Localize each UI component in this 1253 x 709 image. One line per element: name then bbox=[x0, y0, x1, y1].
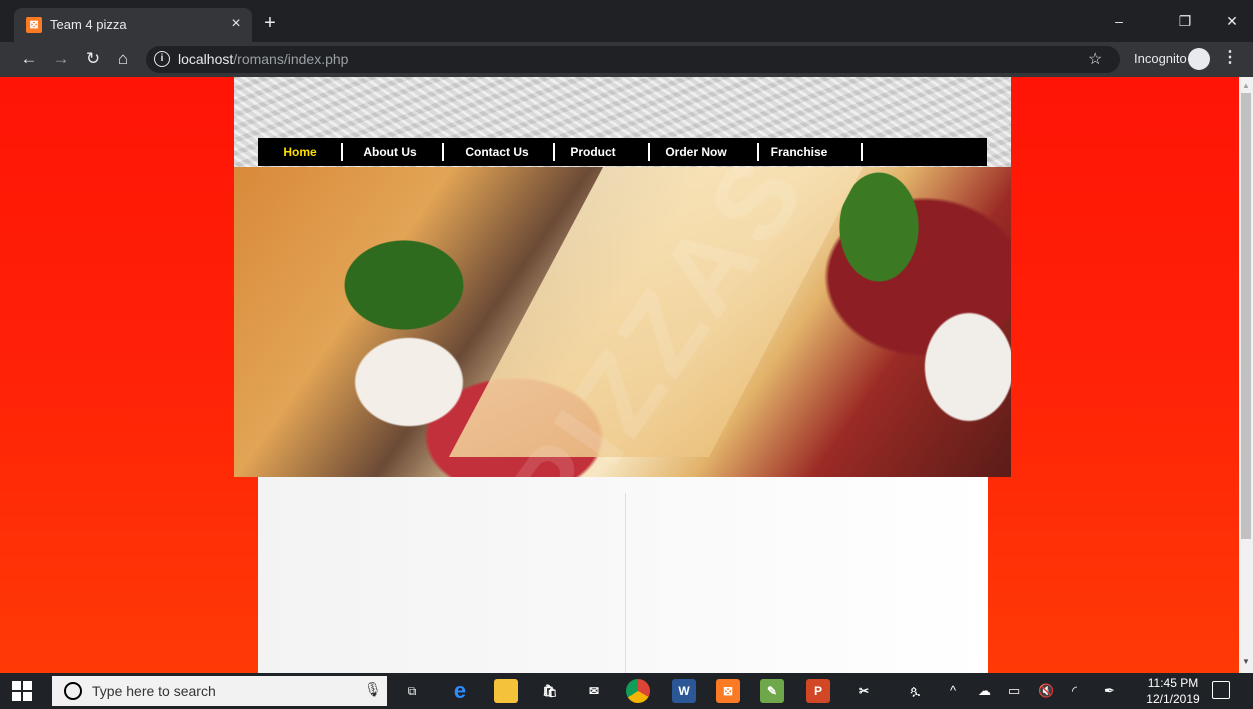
content-area bbox=[258, 477, 988, 673]
cortana-icon bbox=[64, 682, 82, 700]
nav-separator bbox=[341, 143, 343, 161]
taskbar-search-placeholder: Type here to search bbox=[92, 683, 216, 699]
xampp-favicon-icon: ⊠ bbox=[26, 17, 42, 33]
nav-separator bbox=[757, 143, 759, 161]
browser-toolbar: ← → ↻ ⌂ i localhost/romans/index.php ☆ bbox=[0, 42, 1253, 77]
url-text: localhost/romans/index.php bbox=[178, 51, 348, 67]
nav-separator bbox=[861, 143, 863, 161]
tab-title: Team 4 pizza bbox=[50, 17, 127, 32]
incognito-icon[interactable] bbox=[1188, 48, 1210, 70]
content-divider bbox=[625, 493, 626, 673]
nav-item-product[interactable]: Product bbox=[563, 138, 623, 166]
clock-date[interactable]: 12/1/2019 bbox=[1146, 692, 1200, 706]
tray-chevron-icon[interactable]: ^ bbox=[950, 683, 956, 698]
bookmark-star-icon[interactable]: ☆ bbox=[1088, 49, 1102, 69]
mail-icon[interactable]: ✉ bbox=[582, 679, 606, 703]
nav-separator bbox=[442, 143, 444, 161]
battery-icon[interactable]: ▭ bbox=[1008, 683, 1020, 699]
new-tab-button[interactable]: + bbox=[258, 12, 282, 36]
onedrive-icon[interactable]: ☁ bbox=[978, 683, 991, 699]
page-viewport: Home About Us Contact Us Product Order Now Fr… bbox=[0, 77, 1239, 673]
close-window-button[interactable]: ✕ bbox=[1217, 8, 1247, 34]
forward-arrow-icon[interactable]: → bbox=[50, 48, 72, 70]
browser-tab[interactable]: ⊠ Team 4 pizza × bbox=[14, 8, 252, 42]
xampp-icon[interactable]: ⊠ bbox=[716, 679, 740, 703]
windows-taskbar: Type here to search 🎙 ⧉ e 🛍 ✉ W ⊠ ✎ P ✂ … bbox=[0, 673, 1253, 709]
nav-item-order-now[interactable]: Order Now bbox=[658, 138, 734, 166]
store-icon[interactable]: 🛍 bbox=[538, 679, 562, 703]
browser-menu-icon[interactable]: ⋮ bbox=[1222, 47, 1238, 67]
nav-item-home[interactable]: Home bbox=[270, 138, 330, 166]
scroll-up-arrow-icon[interactable]: ▲ bbox=[1239, 81, 1253, 91]
nav-item-contact-us[interactable]: Contact Us bbox=[454, 138, 540, 166]
address-bar[interactable]: i localhost/romans/index.php ☆ bbox=[146, 46, 1120, 73]
powerpoint-icon[interactable]: P bbox=[806, 679, 830, 703]
task-view-icon[interactable]: ⧉ bbox=[400, 679, 424, 703]
url-host: localhost bbox=[178, 51, 234, 67]
tab-close-icon[interactable]: × bbox=[226, 14, 246, 34]
people-icon[interactable]: ጷ bbox=[910, 683, 920, 699]
taskbar-search-box[interactable]: Type here to search 🎙 bbox=[52, 676, 387, 706]
site-info-icon[interactable]: i bbox=[154, 51, 170, 67]
site-nav: Home About Us Contact Us Product Order Now Fr… bbox=[258, 138, 987, 166]
nav-separator bbox=[553, 143, 555, 161]
home-icon[interactable]: ⌂ bbox=[112, 48, 134, 70]
windows-start-icon[interactable] bbox=[12, 681, 32, 701]
scrollbar-thumb[interactable] bbox=[1241, 93, 1251, 539]
notepad-plus-icon[interactable]: ✎ bbox=[760, 679, 784, 703]
scroll-down-arrow-icon[interactable]: ▼ bbox=[1239, 657, 1253, 667]
page-scrollbar[interactable]: ▲ ▼ bbox=[1239, 77, 1253, 673]
pen-icon[interactable]: ✒ bbox=[1104, 683, 1115, 699]
nav-separator bbox=[648, 143, 650, 161]
nav-item-franchise[interactable]: Franchise bbox=[766, 138, 832, 166]
back-arrow-icon[interactable]: ← bbox=[18, 48, 40, 70]
nav-item-about-us[interactable]: About Us bbox=[354, 138, 426, 166]
clock-time[interactable]: 11:45 PM bbox=[1146, 676, 1200, 690]
volume-mute-icon[interactable]: 🔇 bbox=[1038, 683, 1054, 699]
browser-titlebar: ⊠ Team 4 pizza × + – ❐ ✕ bbox=[0, 0, 1253, 42]
restore-button[interactable]: ❐ bbox=[1170, 8, 1200, 34]
file-explorer-icon[interactable] bbox=[494, 679, 518, 703]
hero-pizza-image: PIZZAS bbox=[234, 167, 1011, 477]
notification-center-icon[interactable] bbox=[1212, 681, 1230, 699]
chrome-icon[interactable] bbox=[626, 679, 650, 703]
incognito-label: Incognito bbox=[1134, 51, 1187, 66]
snipping-tool-icon[interactable]: ✂ bbox=[852, 679, 876, 703]
minimize-button[interactable]: – bbox=[1104, 8, 1134, 34]
word-icon[interactable]: W bbox=[672, 679, 696, 703]
microphone-icon[interactable]: 🎙 bbox=[364, 681, 382, 701]
wifi-icon[interactable]: ◜ bbox=[1072, 683, 1077, 699]
url-path: /romans/index.php bbox=[233, 51, 349, 67]
edge-icon[interactable]: e bbox=[448, 679, 472, 703]
reload-icon[interactable]: ↻ bbox=[82, 48, 104, 70]
